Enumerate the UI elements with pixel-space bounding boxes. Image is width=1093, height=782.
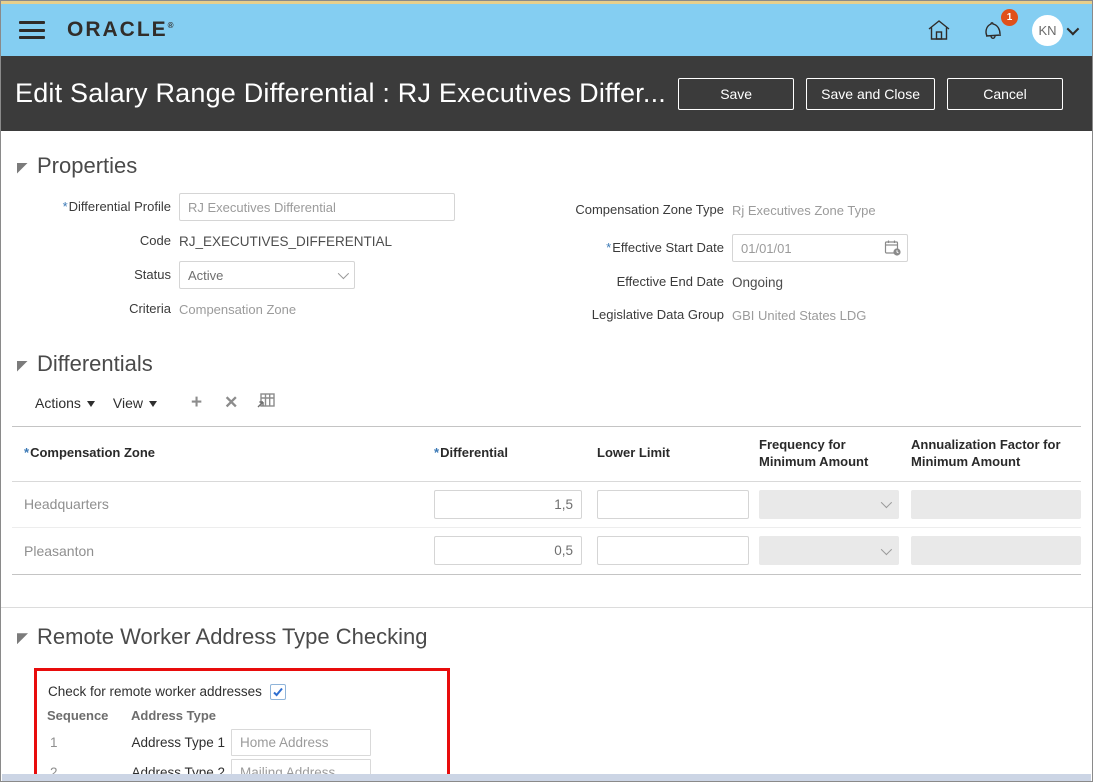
status-select[interactable]: Active (179, 261, 355, 289)
differential-input[interactable] (434, 536, 582, 566)
chevron-down-icon (1066, 22, 1080, 35)
table-row: Headquarters (12, 482, 1081, 528)
date-picker-button[interactable] (884, 239, 902, 262)
user-menu[interactable]: KN (1032, 14, 1080, 46)
page-header: Edit Salary Range Differential : RJ Exec… (1, 56, 1092, 131)
chevron-down-icon (880, 543, 893, 556)
calendar-clock-icon (884, 240, 901, 256)
differential-input[interactable] (434, 489, 582, 519)
table-row: Pleasanton (12, 528, 1081, 574)
effective-end-date-value: Ongoing (732, 274, 784, 290)
status-value: Active (188, 267, 224, 283)
col-frequency: Frequency for Minimum Amount (759, 437, 869, 469)
collapse-triangle-icon[interactable] (17, 162, 28, 174)
home-button[interactable] (924, 15, 954, 45)
zone-value: Pleasanton (24, 542, 95, 559)
notification-badge: 1 (1001, 9, 1018, 26)
notifications-button[interactable]: 1 (978, 9, 1018, 45)
effective-start-date-label: *Effective Start Date (606, 239, 724, 255)
section-divider (1, 606, 1092, 608)
legislative-data-group-label: Legislative Data Group (591, 306, 724, 322)
sequence-header: Sequence (47, 707, 109, 723)
remote-worker-checkbox[interactable] (269, 683, 286, 700)
section-title: Differentials (37, 351, 153, 376)
compensation-zone-type-value: Rj Executives Zone Type (732, 202, 876, 218)
criteria-label: Criteria (129, 300, 171, 316)
cancel-button[interactable]: Cancel (947, 77, 1063, 110)
x-icon: ✕ (224, 393, 239, 412)
app-window: ORACLE® 1 KN Edit Salary Range Different… (0, 0, 1093, 782)
legislative-data-group-value: GBI United States LDG (732, 307, 867, 323)
differential-profile-input[interactable] (179, 193, 455, 221)
differential-profile-label: *Differential Profile (62, 198, 171, 214)
home-icon (928, 20, 950, 40)
sequence-value: 1 (50, 734, 58, 750)
remote-worker-section-header[interactable]: Remote Worker Address Type Checking (17, 624, 1092, 650)
section-title: Properties (37, 153, 138, 178)
hamburger-icon (19, 21, 45, 24)
collapse-triangle-icon[interactable] (17, 633, 28, 645)
view-menu-button[interactable]: View (109, 393, 161, 413)
table-header-row: *Compensation Zone *Differential Lower L… (12, 427, 1081, 482)
code-label: Code (139, 232, 171, 248)
check-icon (273, 687, 283, 697)
properties-form: *Differential Profile Code RJ_EXECUTIVES… (1, 193, 1092, 335)
section-title: Remote Worker Address Type Checking (37, 623, 428, 649)
col-annualization: Annualization Factor for Minimum Amount (911, 437, 1061, 469)
criteria-value: Compensation Zone (179, 301, 297, 317)
col-compensation-zone: *Compensation Zone (24, 445, 156, 461)
hamburger-icon (19, 36, 45, 39)
plus-icon: + (191, 392, 203, 413)
horizontal-scrollbar[interactable] (2, 774, 1091, 781)
save-button[interactable]: Save (678, 77, 795, 110)
status-label: Status (134, 266, 171, 282)
add-row-button[interactable]: + (185, 393, 208, 412)
detach-table-icon (257, 393, 276, 408)
global-top-bar: ORACLE® 1 KN (1, 4, 1092, 56)
col-differential: *Differential (434, 445, 508, 461)
remote-table-row: 1 Address Type 1 (47, 728, 437, 756)
differentials-toolbar: Actions View + ✕ (31, 391, 1092, 414)
frequency-select-disabled (759, 489, 899, 519)
page-title: Edit Salary Range Differential : RJ Exec… (15, 78, 666, 108)
frequency-select-disabled (759, 536, 899, 566)
lower-limit-input[interactable] (597, 489, 749, 519)
chevron-down-icon (337, 267, 350, 280)
effective-end-date-label: Effective End Date (616, 273, 724, 289)
avatar[interactable]: KN (1032, 14, 1063, 46)
address-type-label: Address Type 1 (131, 734, 225, 750)
lower-limit-input[interactable] (597, 536, 749, 566)
address-type-header: Address Type (131, 707, 217, 723)
oracle-logo: ORACLE® (67, 18, 176, 41)
navigator-menu-button[interactable] (19, 21, 45, 39)
compensation-zone-type-label: Compensation Zone Type (575, 201, 724, 217)
save-and-close-button[interactable]: Save and Close (806, 77, 935, 110)
zone-value: Headquarters (24, 496, 109, 513)
caret-down-icon (86, 400, 95, 407)
code-value: RJ_EXECUTIVES_DIFFERENTIAL (179, 233, 393, 249)
chevron-down-icon (880, 497, 893, 509)
collapse-triangle-icon[interactable] (17, 360, 28, 372)
hamburger-icon (19, 28, 45, 32)
differentials-table: *Compensation Zone *Differential Lower L… (12, 426, 1081, 575)
annualization-field-disabled (911, 536, 1081, 566)
remote-table-header: Sequence Address Type (47, 708, 437, 723)
actions-menu-button[interactable]: Actions (31, 393, 99, 413)
detach-button[interactable] (254, 391, 278, 414)
remote-worker-checkbox-label: Check for remote worker addresses (48, 684, 262, 700)
annotation-highlight-box: Check for remote worker addresses Sequen… (34, 667, 450, 781)
annualization-field-disabled (911, 489, 1081, 519)
caret-down-icon (149, 400, 158, 407)
properties-section-header[interactable]: Properties (17, 153, 1092, 179)
col-lower-limit: Lower Limit (597, 445, 670, 461)
effective-start-date-input[interactable] (732, 234, 908, 262)
differentials-section-header[interactable]: Differentials (17, 351, 1092, 377)
address-type-input[interactable] (231, 728, 371, 756)
delete-row-button[interactable]: ✕ (218, 394, 244, 411)
